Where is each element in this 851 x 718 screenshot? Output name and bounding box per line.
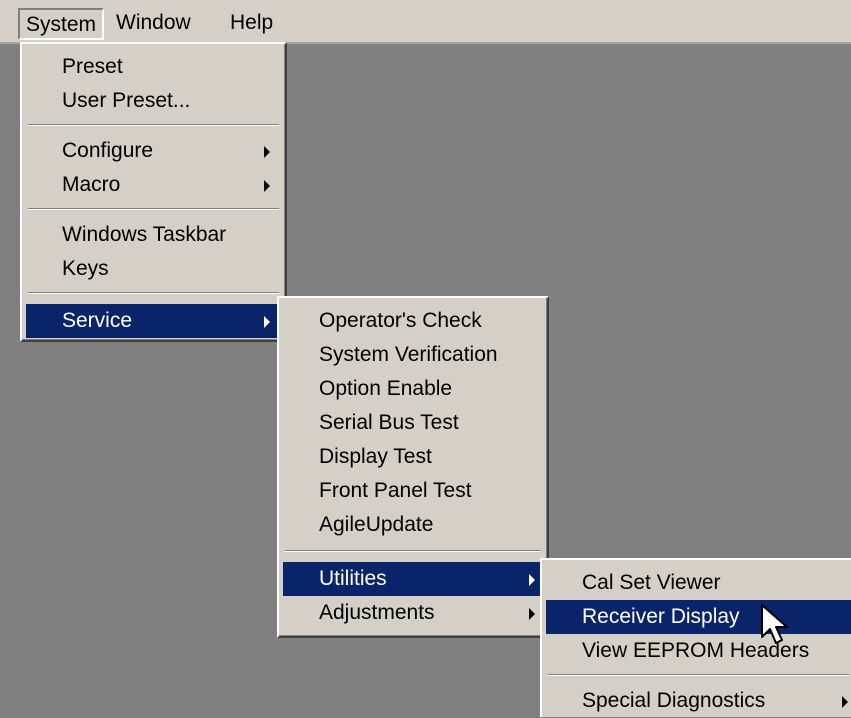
menu-item-system-verification[interactable]: System Verification bbox=[283, 338, 545, 372]
system-menu: Preset User Preset... Configure Macro Wi… bbox=[20, 42, 287, 342]
menu-item-option-enable[interactable]: Option Enable bbox=[283, 372, 545, 406]
menu-window-label: Window bbox=[116, 11, 191, 34]
menu-item-configure[interactable]: Configure bbox=[26, 134, 281, 168]
menu-item-label: Windows Taskbar bbox=[62, 223, 227, 246]
menu-item-operators-check[interactable]: Operator's Check bbox=[283, 304, 545, 338]
menu-item-utilities[interactable]: Utilities bbox=[283, 562, 547, 596]
menu-item-label: Macro bbox=[62, 173, 121, 196]
utilities-menu: Cal Set Viewer Receiver Display View EEP… bbox=[540, 558, 851, 717]
menu-item-label: Serial Bus Test bbox=[319, 411, 459, 434]
menu-item-label: User Preset... bbox=[62, 89, 191, 112]
menu-separator bbox=[285, 550, 541, 552]
menu-bar: System Window Help bbox=[0, 0, 851, 44]
menu-item-label: Operator's Check bbox=[319, 309, 482, 332]
submenu-arrow-icon bbox=[529, 574, 535, 586]
menu-item-label: Cal Set Viewer bbox=[582, 571, 721, 594]
menu-item-label: Special Diagnostics bbox=[582, 689, 766, 712]
menu-system-label: System bbox=[26, 13, 97, 36]
menu-item-label: Adjustments bbox=[319, 601, 435, 624]
submenu-arrow-icon bbox=[529, 608, 535, 620]
menu-separator bbox=[28, 292, 279, 294]
mouse-cursor-icon bbox=[761, 604, 788, 644]
menu-item-label: AgileUpdate bbox=[319, 513, 434, 536]
menu-item-macro[interactable]: Macro bbox=[26, 168, 281, 202]
menu-item-label: Keys bbox=[62, 257, 109, 280]
menu-item-windows-taskbar[interactable]: Windows Taskbar bbox=[26, 218, 281, 252]
menu-item-view-eeprom-headers[interactable]: View EEPROM Headers bbox=[546, 634, 851, 668]
menu-item-display-test[interactable]: Display Test bbox=[283, 440, 545, 474]
menu-separator bbox=[548, 674, 849, 676]
menu-item-label: Option Enable bbox=[319, 377, 453, 400]
menu-separator bbox=[28, 124, 279, 126]
menu-separator bbox=[28, 208, 279, 210]
menu-item-label: System Verification bbox=[319, 343, 498, 366]
menu-item-label: Configure bbox=[62, 139, 154, 162]
menu-help[interactable]: Help bbox=[224, 8, 279, 40]
menu-item-label: Service bbox=[62, 309, 133, 332]
menu-item-keys[interactable]: Keys bbox=[26, 252, 281, 286]
service-menu: Operator's Check System Verification Opt… bbox=[277, 296, 549, 638]
menu-item-label: Front Panel Test bbox=[319, 479, 472, 502]
menu-item-front-panel-test[interactable]: Front Panel Test bbox=[283, 474, 545, 508]
menu-window[interactable]: Window bbox=[110, 8, 197, 40]
menu-item-agileupdate[interactable]: AgileUpdate bbox=[283, 508, 545, 542]
submenu-arrow-icon bbox=[264, 146, 270, 158]
menu-item-label: Utilities bbox=[319, 567, 387, 590]
submenu-arrow-icon bbox=[842, 696, 848, 708]
submenu-arrow-icon bbox=[264, 316, 270, 328]
menu-item-user-preset[interactable]: User Preset... bbox=[26, 84, 281, 118]
menu-item-cal-set-viewer[interactable]: Cal Set Viewer bbox=[546, 566, 851, 600]
menu-item-preset[interactable]: Preset bbox=[26, 50, 281, 84]
menu-item-receiver-display[interactable]: Receiver Display bbox=[546, 600, 851, 634]
menu-item-label: Display Test bbox=[319, 445, 432, 468]
submenu-arrow-icon bbox=[264, 180, 270, 192]
menu-item-serial-bus-test[interactable]: Serial Bus Test bbox=[283, 406, 545, 440]
menu-item-adjustments[interactable]: Adjustments bbox=[283, 596, 545, 630]
menu-item-label: Preset bbox=[62, 55, 123, 78]
menu-help-label: Help bbox=[230, 11, 274, 34]
menu-item-special-diagnostics[interactable]: Special Diagnostics bbox=[546, 684, 851, 718]
menu-system[interactable]: System bbox=[18, 8, 105, 40]
menu-item-label: Receiver Display bbox=[582, 605, 740, 628]
menu-item-service[interactable]: Service bbox=[26, 304, 283, 338]
